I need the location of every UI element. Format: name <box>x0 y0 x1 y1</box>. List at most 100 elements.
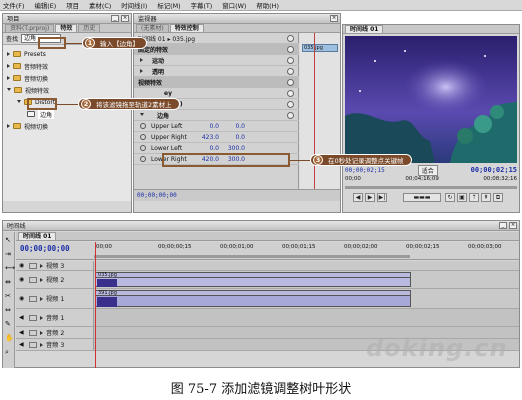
selection-tool-icon[interactable]: ↖ <box>5 236 11 244</box>
tree-item[interactable]: 视频特效 <box>7 85 49 95</box>
lift-icon[interactable]: ⇡ <box>469 193 479 202</box>
eye-icon[interactable]: ◉ <box>19 295 27 302</box>
monitor-scrubber[interactable] <box>345 186 517 189</box>
track-select-tool-icon[interactable]: ⇥ <box>5 250 11 258</box>
menu-item[interactable]: 窗口(W) <box>222 1 246 10</box>
tab-effects[interactable]: 特效 <box>55 24 78 32</box>
stopwatch-icon[interactable] <box>140 156 146 162</box>
lock-icon[interactable] <box>29 329 37 336</box>
menu-item[interactable]: 标记(M) <box>157 1 180 10</box>
speaker-icon[interactable]: ◀ <box>19 329 27 336</box>
track-header[interactable]: ◉ 视频 3 <box>16 261 94 270</box>
param-x[interactable]: 0.0 <box>195 123 219 130</box>
menu-item[interactable]: 项目 <box>66 1 79 10</box>
playhead-line[interactable] <box>95 242 96 368</box>
audio-track[interactable]: ◀ 音频 1 <box>16 309 519 327</box>
monitor-timecode[interactable]: 00;00;02;15 <box>471 166 517 174</box>
expand-icon[interactable] <box>140 69 143 73</box>
razor-tool-icon[interactable]: ✂ <box>5 292 11 300</box>
keyframe-icon[interactable] <box>287 35 294 42</box>
param-y[interactable]: 0.0 <box>219 123 245 130</box>
keyframe-area[interactable]: 035.jpg <box>300 33 340 201</box>
timeline-clip[interactable]: 391.jpg <box>95 290 411 307</box>
rolling-edit-tool-icon[interactable]: ⇹ <box>5 278 11 286</box>
lock-icon[interactable] <box>29 262 37 269</box>
effect-timecode[interactable]: 00;00;00;00 <box>137 192 177 199</box>
keyframe-icon[interactable] <box>287 90 294 97</box>
slip-tool-icon[interactable]: ⇔ <box>5 306 11 314</box>
param-x[interactable]: 423.0 <box>195 134 219 141</box>
expand-icon[interactable] <box>40 277 43 282</box>
close-icon[interactable]: × <box>509 222 517 229</box>
eye-icon[interactable]: ◉ <box>19 262 27 269</box>
playhead-line[interactable] <box>314 33 315 201</box>
timeline-clip[interactable]: 035.jpg <box>95 272 411 287</box>
menu-item[interactable]: 帮助(H) <box>256 1 279 10</box>
stopwatch-icon[interactable] <box>140 134 146 140</box>
collapse-icon[interactable] <box>17 99 21 105</box>
lock-icon[interactable] <box>29 314 37 321</box>
video-track[interactable]: ◉ 视频 3 <box>16 261 519 271</box>
extract-icon[interactable]: ⇞ <box>481 193 491 202</box>
corner-param-row[interactable]: Upper Right 423.0 0.0 <box>134 132 299 143</box>
expand-icon[interactable] <box>40 342 43 347</box>
close-icon[interactable]: × <box>330 15 338 22</box>
shuttle-slider[interactable]: ▬▬▬ <box>403 193 441 202</box>
loop-icon[interactable]: ↻ <box>445 193 455 202</box>
lock-icon[interactable] <box>29 295 37 302</box>
collapse-icon[interactable] <box>7 87 11 93</box>
menu-item[interactable]: 编辑(E) <box>34 1 56 10</box>
tree-item[interactable]: 视频切换 <box>7 121 48 131</box>
tree-item[interactable]: Presets <box>7 49 46 59</box>
tab-project[interactable]: 资料(T.prproj) <box>5 24 55 32</box>
tab-history[interactable]: 历史 <box>78 24 101 32</box>
track-header[interactable]: ◀ 音频 1 <box>16 309 94 326</box>
track-header[interactable]: ◉ 视频 2 <box>16 271 94 288</box>
corner-pin-row[interactable]: 边角 <box>134 110 299 121</box>
menu-item[interactable]: 文件(F) <box>3 1 24 10</box>
track-header[interactable]: ◉ 视频 1 <box>16 289 94 308</box>
expand-icon[interactable] <box>40 296 43 301</box>
expand-icon[interactable] <box>140 112 144 118</box>
expand-icon[interactable] <box>40 263 43 268</box>
lock-icon[interactable] <box>29 341 37 348</box>
work-area-bar[interactable] <box>94 255 410 258</box>
step-forward-icon[interactable]: ▶| <box>377 193 387 202</box>
track-header[interactable]: ◀ 音频 3 <box>16 339 94 350</box>
expand-icon[interactable] <box>140 58 143 62</box>
eye-icon[interactable]: ◉ <box>19 276 27 283</box>
clip-bar[interactable]: 035.jpg <box>302 44 338 52</box>
param-y[interactable]: 300.0 <box>219 145 245 152</box>
keyframe-icon[interactable] <box>287 57 294 64</box>
param-y[interactable]: 0.0 <box>219 134 245 141</box>
export-frame-icon[interactable]: ⧉ <box>493 193 503 202</box>
expand-icon[interactable] <box>7 124 10 128</box>
corner-param-row[interactable]: Upper Left 0.0 0.0 <box>134 121 299 132</box>
close-icon[interactable]: × <box>121 15 129 22</box>
monitor-left-timecode[interactable]: 00;00;02;15 <box>345 167 385 174</box>
expand-icon[interactable] <box>7 52 10 56</box>
timeline-timecode[interactable]: 00;00;00;00 <box>20 244 70 253</box>
keyframe-icon[interactable] <box>287 79 294 86</box>
expand-icon[interactable] <box>7 76 10 80</box>
hand-tool-icon[interactable]: ✋ <box>5 334 14 342</box>
keyframe-icon[interactable] <box>287 46 294 53</box>
stopwatch-icon[interactable] <box>140 145 146 151</box>
tree-item[interactable]: 音频切换 <box>7 73 48 83</box>
minimize-icon[interactable]: _ <box>111 15 119 22</box>
tree-item[interactable]: 边角 <box>27 109 55 119</box>
expand-icon[interactable] <box>7 64 10 68</box>
speaker-icon[interactable]: ◀ <box>19 341 27 348</box>
minimize-icon[interactable]: _ <box>499 222 507 229</box>
expand-icon[interactable] <box>40 330 43 335</box>
keyframe-icon[interactable] <box>287 68 294 75</box>
tab-source[interactable]: (无素材) <box>136 24 169 32</box>
keyframe-icon[interactable] <box>287 112 294 119</box>
zoom-tool-icon[interactable]: ⌕ <box>5 348 9 357</box>
tab-effect-controls[interactable]: 特效控制 <box>169 24 204 32</box>
tab-timeline-01[interactable]: 时间线 01 <box>18 232 57 240</box>
menu-item[interactable]: 时间线(I) <box>121 1 147 10</box>
ripple-edit-tool-icon[interactable]: ⟷ <box>5 264 15 272</box>
opacity-row[interactable]: 透明 <box>134 66 299 77</box>
expand-icon[interactable] <box>40 315 43 320</box>
